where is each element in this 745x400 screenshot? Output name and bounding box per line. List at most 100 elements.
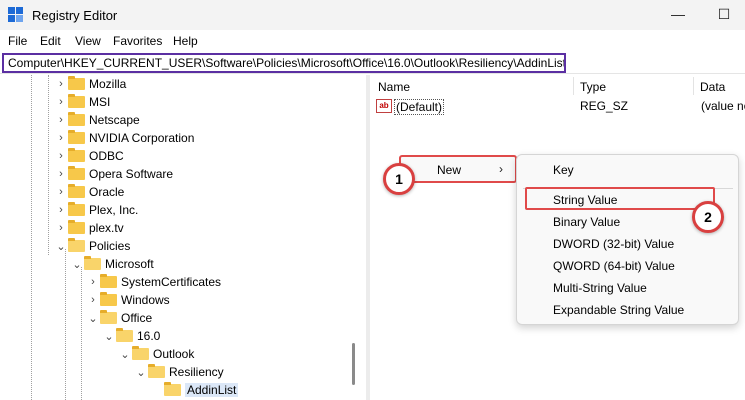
address-input[interactable]: Computer\HKEY_CURRENT_USER\Software\Poli…: [2, 53, 566, 73]
chevron-down-icon[interactable]: ⌄: [102, 329, 116, 343]
chevron-right-icon[interactable]: ›: [54, 185, 68, 199]
tree-item-windows[interactable]: › Windows: [86, 291, 170, 309]
chevron-right-icon[interactable]: ›: [54, 113, 68, 127]
tree-item-label: NVIDIA Corporation: [89, 131, 195, 145]
menu-favorites[interactable]: Favorites: [113, 34, 162, 48]
folder-icon: [68, 202, 85, 216]
menu-bar: File Edit View Favorites Help: [0, 30, 745, 52]
tree-item-addinlist[interactable]: AddinList: [150, 381, 239, 399]
tree-item-label: ODBC: [89, 149, 124, 163]
tree-item-label: Resiliency: [169, 365, 224, 379]
tree-item-label: SystemCertificates: [121, 275, 222, 289]
chevron-down-icon[interactable]: ⌄: [70, 257, 84, 271]
chevron-right-icon[interactable]: ›: [54, 131, 68, 145]
folder-icon: [68, 130, 85, 144]
string-value-icon: ab: [376, 99, 392, 113]
tree-item-office[interactable]: ⌄ Office: [86, 309, 152, 327]
submenu-item-label: Multi-String Value: [553, 281, 647, 295]
context-menu-new[interactable]: New ›: [399, 155, 517, 183]
new-submenu: Key String Value Binary Value DWORD (32-…: [516, 154, 739, 325]
chevron-down-icon[interactable]: ⌄: [134, 365, 148, 379]
tree-item-label: Outlook: [153, 347, 195, 361]
folder-open-icon: [148, 364, 165, 378]
submenu-dword-value[interactable]: DWORD (32-bit) Value: [517, 233, 738, 255]
submenu-item-label: DWORD (32-bit) Value: [553, 237, 675, 251]
folder-icon: [68, 220, 85, 234]
tree-item-label: Plex, Inc.: [89, 203, 139, 217]
tree-item-label: Netscape: [89, 113, 140, 127]
chevron-right-icon[interactable]: ›: [54, 203, 68, 217]
chevron-right-icon[interactable]: ›: [86, 293, 100, 307]
submenu-item-label: QWORD (64-bit) Value: [553, 259, 675, 273]
tree-item-resiliency[interactable]: ⌄ Resiliency: [134, 363, 224, 381]
tree-item-odbc[interactable]: › ODBC: [54, 147, 124, 165]
column-separator[interactable]: [693, 77, 694, 95]
tree-item-label: Mozilla: [89, 77, 127, 91]
tree-item-opera-software[interactable]: › Opera Software: [54, 165, 173, 183]
column-separator[interactable]: [573, 77, 574, 95]
value-type: REG_SZ: [580, 99, 629, 113]
folder-icon: [68, 94, 85, 108]
menu-file[interactable]: File: [8, 34, 27, 48]
submenu-item-label: Expandable String Value: [553, 303, 685, 317]
folder-icon: [100, 274, 117, 288]
folder-icon: [100, 292, 117, 306]
highlight-box-string-value: [525, 187, 715, 210]
tree-item-microsoft[interactable]: ⌄ Microsoft: [70, 255, 154, 273]
chevron-right-icon[interactable]: ›: [54, 77, 68, 91]
submenu-multi-string-value[interactable]: Multi-String Value: [517, 277, 738, 299]
tree-item-label: Oracle: [89, 185, 125, 199]
tree-item-label: MSI: [89, 95, 111, 109]
submenu-expandable-string-value[interactable]: Expandable String Value: [517, 299, 738, 321]
menu-view[interactable]: View: [75, 34, 101, 48]
folder-open-icon: [68, 238, 85, 252]
tree-item-systemcertificates[interactable]: › SystemCertificates: [86, 273, 221, 291]
submenu-item-label: Key: [553, 163, 574, 177]
menu-help[interactable]: Help: [173, 34, 198, 48]
column-header-data[interactable]: Data: [700, 80, 725, 94]
tree-item-16-0[interactable]: ⌄ 16.0: [102, 327, 160, 345]
tree-item-outlook[interactable]: ⌄ Outlook: [118, 345, 194, 363]
chevron-right-icon[interactable]: ›: [54, 221, 68, 235]
tree-item-netscape[interactable]: › Netscape: [54, 111, 140, 129]
chevron-down-icon[interactable]: ⌄: [118, 347, 132, 361]
column-header-name[interactable]: Name: [378, 80, 410, 94]
tree-item-label: Windows: [121, 293, 170, 307]
tree-item-label: Policies: [89, 239, 131, 253]
chevron-right-icon: ›: [499, 162, 503, 176]
tree-item-plex-inc[interactable]: › Plex, Inc.: [54, 201, 138, 219]
tree-item-msi[interactable]: › MSI: [54, 93, 110, 111]
submenu-key[interactable]: Key: [517, 159, 738, 181]
tree-item-oracle[interactable]: › Oracle: [54, 183, 124, 201]
folder-open-icon: [116, 328, 133, 342]
registry-tree[interactable]: › Mozilla › MSI › Netscape › NVIDIA Corporat…: [0, 75, 366, 400]
tree-item-label: Microsoft: [105, 257, 154, 271]
title-bar: Registry Editor — ☐: [0, 0, 745, 30]
folder-icon: [68, 148, 85, 162]
tree-scrollbar[interactable]: [352, 343, 355, 385]
chevron-right-icon[interactable]: ›: [86, 275, 100, 289]
tree-item-mozilla[interactable]: › Mozilla: [54, 75, 126, 93]
folder-icon: [68, 112, 85, 126]
value-name: (Default): [394, 99, 445, 115]
maximize-button[interactable]: ☐: [714, 6, 734, 24]
tree-item-policies[interactable]: ⌄ Policies: [54, 237, 130, 255]
submenu-qword-value[interactable]: QWORD (64-bit) Value: [517, 255, 738, 277]
address-bar: Computer\HKEY_CURRENT_USER\Software\Poli…: [0, 52, 745, 74]
value-row-default[interactable]: ab (Default) REG_SZ (value not set): [376, 97, 745, 115]
chevron-right-icon[interactable]: ›: [54, 95, 68, 109]
column-header-type[interactable]: Type: [580, 80, 606, 94]
minimize-button[interactable]: —: [668, 6, 688, 24]
menu-edit[interactable]: Edit: [40, 34, 61, 48]
chevron-down-icon[interactable]: ⌄: [86, 311, 100, 325]
chevron-right-icon[interactable]: ›: [54, 149, 68, 163]
tree-item-plex-tv[interactable]: › plex.tv: [54, 219, 124, 237]
chevron-down-icon[interactable]: ⌄: [54, 239, 68, 253]
chevron-right-icon[interactable]: ›: [54, 167, 68, 181]
context-menu-new-label: New: [437, 163, 462, 177]
tree-item-nvidia[interactable]: › NVIDIA Corporation: [54, 129, 194, 147]
tree-item-label: 16.0: [137, 329, 161, 343]
submenu-item-label: Binary Value: [553, 215, 621, 229]
step-badge-2: 2: [692, 201, 724, 233]
